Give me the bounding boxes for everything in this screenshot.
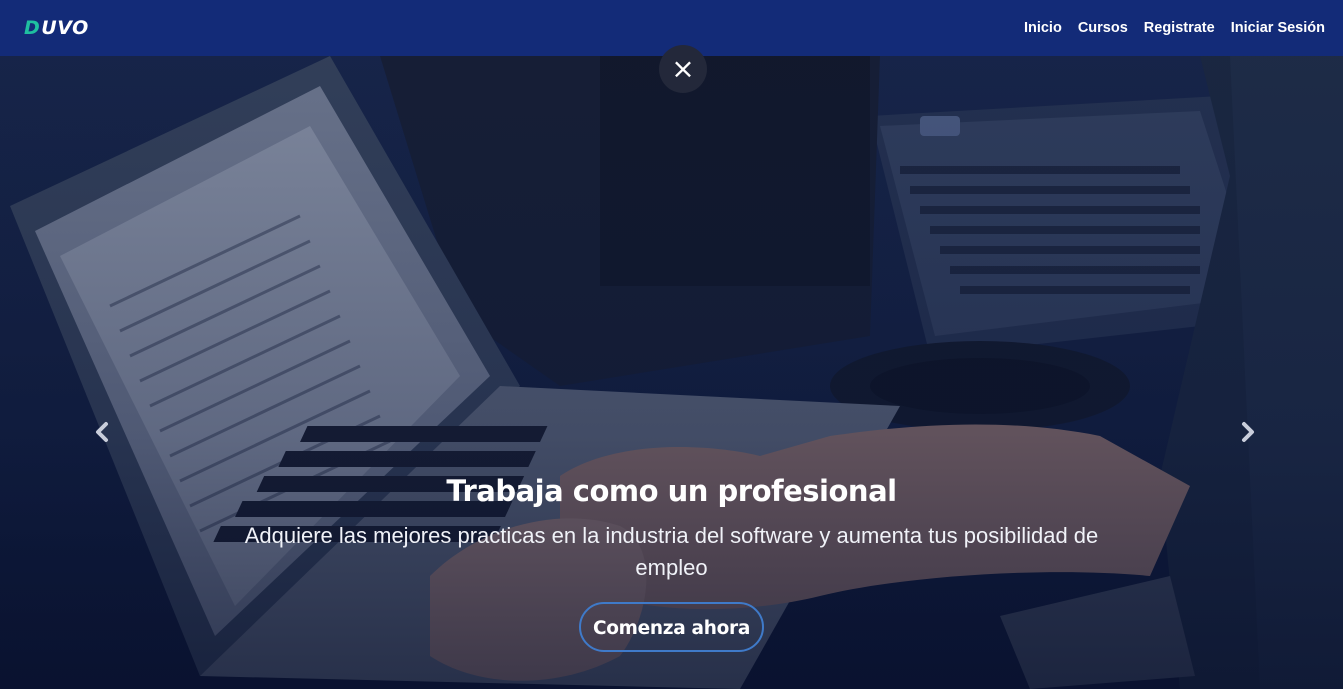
hero-carousel: Trabaja como un profesional Adquiere las… (0, 56, 1343, 689)
hero-title: Trabaja como un profesional (446, 474, 897, 508)
nav-link-cursos[interactable]: Cursos (1078, 20, 1128, 36)
close-button[interactable]: × (659, 45, 707, 93)
brand-logo[interactable]: D UVO (24, 17, 89, 39)
carousel-prev-button[interactable] (82, 412, 122, 452)
chevron-right-icon (1242, 422, 1254, 442)
chevron-left-icon (96, 422, 108, 442)
nav-link-iniciar-sesion[interactable]: Iniciar Sesión (1231, 20, 1325, 36)
brand-logo-text: UVO (41, 17, 89, 39)
close-icon: × (671, 52, 695, 85)
nav-link-registrate[interactable]: Registrate (1144, 20, 1215, 36)
nav-link-inicio[interactable]: Inicio (1024, 20, 1062, 36)
hero-subtitle: Adquiere las mejores practicas en la ind… (244, 523, 1099, 580)
brand-logo-letter: D (24, 17, 41, 39)
start-now-button[interactable]: Comenza ahora (578, 602, 765, 652)
nav-links: Inicio Cursos Registrate Iniciar Sesión (1024, 20, 1325, 36)
carousel-next-button[interactable] (1228, 412, 1268, 452)
carousel-caption: Trabaja como un profesional Adquiere las… (0, 474, 1343, 652)
